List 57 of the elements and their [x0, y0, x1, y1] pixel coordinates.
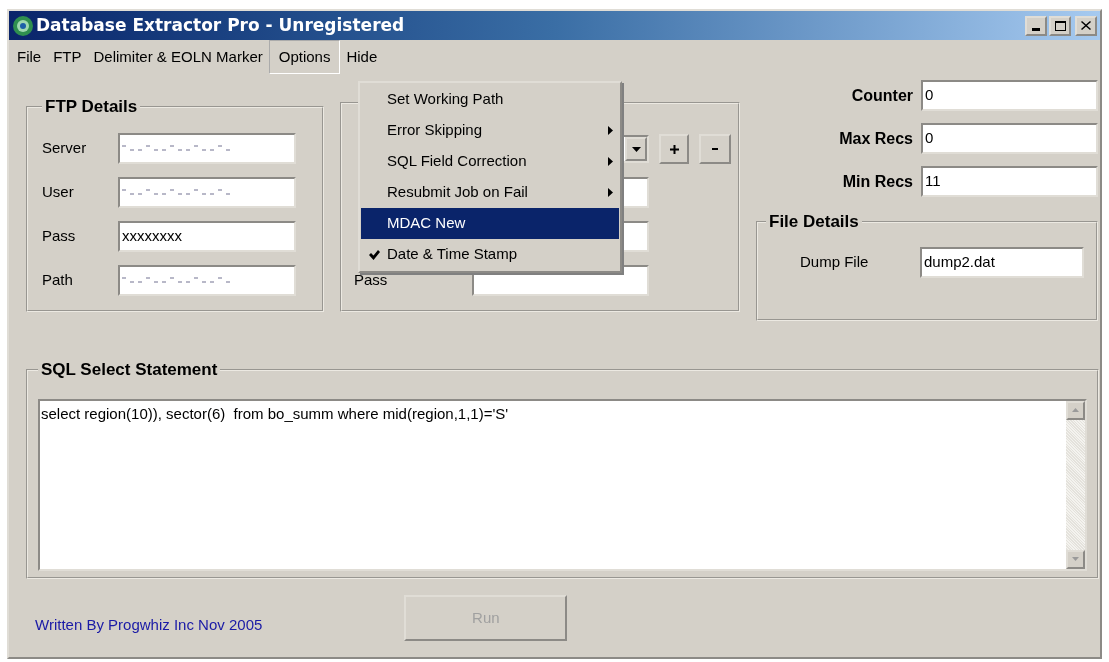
down-arrow-icon	[1072, 557, 1079, 561]
menu-item[interactable]: File	[11, 39, 48, 75]
menu-item[interactable]: MDAC New	[361, 208, 619, 239]
plus-icon	[669, 144, 679, 154]
minimize-icon	[1032, 27, 1040, 31]
input-field[interactable]: xxxxxxxx	[118, 220, 296, 252]
menu-item[interactable]: Date & Time Stamp	[361, 239, 619, 270]
submenu-arrow-icon	[608, 188, 613, 197]
menu-item[interactable]: Delimiter & EOLN Marker	[87, 39, 269, 75]
field-label: Dump File	[800, 251, 870, 272]
scrollbar[interactable]	[1066, 400, 1085, 569]
submenu-arrow-icon	[608, 126, 613, 135]
menu-item[interactable]: Options	[268, 39, 341, 75]
check-icon	[368, 249, 380, 260]
input-field[interactable]	[118, 176, 296, 208]
remove-button[interactable]	[699, 134, 731, 164]
input-field[interactable]: 11	[921, 166, 1098, 197]
input-field[interactable]	[118, 264, 296, 296]
menu-item[interactable]: SQL Field Correction	[361, 146, 619, 177]
app-icon	[12, 14, 34, 37]
group-title: FTP Details	[44, 96, 139, 118]
up-arrow-icon	[1072, 408, 1079, 412]
field-label: Pass	[42, 225, 77, 246]
submenu-arrow-icon	[608, 157, 613, 166]
field-label: User	[42, 181, 75, 202]
maximize-button[interactable]	[1049, 15, 1071, 36]
sql-text-area[interactable]: select region(10)), sector(6) from bo_summ where mid(region,1,1)='S'	[38, 398, 1087, 571]
input-field[interactable]: 0	[921, 123, 1098, 154]
minus-icon	[712, 148, 718, 150]
credit-text: Written By Progwhiz Inc Nov 2005	[35, 614, 263, 635]
close-icon	[1081, 21, 1091, 30]
menu-item[interactable]: Hide	[340, 39, 384, 75]
scroll-down-button[interactable]	[1066, 549, 1085, 569]
sql-statement-text: select region(10)), sector(6) from bo_summ where mid(region,1,1)='S'	[41, 404, 509, 422]
menu-item[interactable]: Set Working Path	[361, 84, 619, 115]
input-field[interactable]: 0	[921, 80, 1098, 111]
menu-item[interactable]: Error Skipping	[361, 115, 619, 146]
field-label: Pass	[354, 270, 389, 291]
maximize-icon	[1054, 20, 1066, 31]
add-button[interactable]	[659, 134, 689, 164]
close-button[interactable]	[1075, 15, 1097, 36]
field-label: Max Recs	[839, 128, 913, 149]
field-label: Path	[42, 269, 74, 290]
field-label: Server	[42, 137, 88, 158]
field-label: Counter	[851, 85, 913, 106]
dropdown-arrow-button[interactable]	[625, 137, 647, 161]
window-title: Database Extractor Pro - Unregistered	[36, 13, 405, 37]
minimize-button[interactable]	[1025, 15, 1047, 36]
menu-item[interactable]: FTP	[47, 39, 88, 75]
scroll-up-button[interactable]	[1066, 400, 1085, 420]
field-label: Min Recs	[842, 171, 913, 192]
group-title: SQL Select Statement	[40, 359, 219, 381]
group-title: File Details	[768, 211, 860, 233]
input-field[interactable]: dump2.dat	[920, 246, 1084, 278]
menu-item[interactable]: Resubmit Job on Fail	[361, 177, 619, 208]
input-field[interactable]	[118, 132, 296, 164]
caret-icon	[631, 146, 641, 152]
